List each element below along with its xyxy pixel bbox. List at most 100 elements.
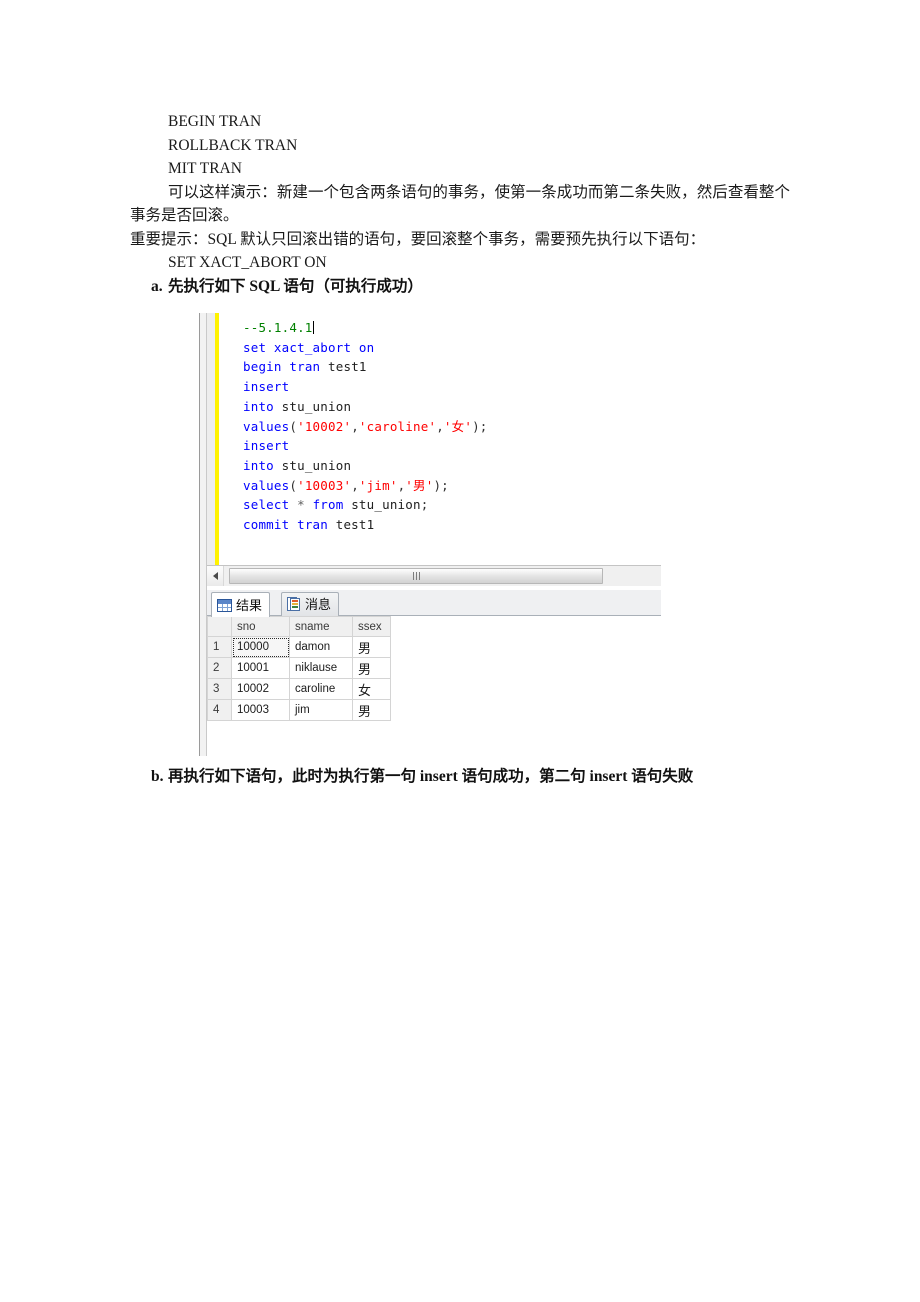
cell-ssex[interactable]: 男 <box>352 636 391 658</box>
list-item-a-text: 先执行如下 SQL 语句（可执行成功） <box>168 277 423 295</box>
code-token: into <box>243 457 274 473</box>
code-token: stu_union <box>281 457 352 473</box>
scrollbar-thumb[interactable] <box>229 568 603 584</box>
cell-sno[interactable]: 10002 <box>231 678 290 700</box>
code-token: begin <box>243 359 282 375</box>
message-icon <box>287 597 301 612</box>
tab-messages-label: 消息 <box>305 597 332 612</box>
text-cursor <box>312 321 314 334</box>
code-token: values <box>243 418 290 434</box>
tab-results[interactable]: 结果 <box>211 592 271 617</box>
list-item-b-marker: b. <box>151 768 164 785</box>
code-line: values('10003','jim','男'); <box>243 476 488 496</box>
list-item-b: b. 再执行如下语句，此时为执行第一句 insert 语句成功，第二句 inse… <box>130 765 830 789</box>
column-header-ssex[interactable]: ssex <box>352 616 391 637</box>
code-line: commit tran test1 <box>243 515 488 535</box>
cell-sno[interactable]: 10001 <box>231 657 290 679</box>
code-token: , <box>351 418 359 434</box>
editor-horizontal-scrollbar[interactable] <box>207 565 661 586</box>
cell-sname[interactable]: damon <box>289 636 353 658</box>
code-token: ; <box>420 497 429 513</box>
code-token: stu_union <box>351 497 421 513</box>
table-row[interactable]: 1 10000 damon 男 <box>207 636 391 658</box>
code-line: insert <box>243 436 488 456</box>
list-item-a-marker: a. <box>151 277 163 295</box>
code-token: tran <box>297 517 328 533</box>
table-header-row: sno sname ssex <box>207 616 391 637</box>
code-token: insert <box>243 379 290 395</box>
code-token: ( <box>289 418 298 434</box>
code-line: insert <box>243 377 488 397</box>
code-token: * <box>297 497 305 513</box>
code-token: test1 <box>328 359 367 375</box>
code-token: select <box>243 497 290 513</box>
code-line: values('10002','caroline','女'); <box>243 417 488 437</box>
code-token: set <box>243 339 267 355</box>
column-header-sno[interactable]: sno <box>231 616 290 637</box>
code-token: ); <box>472 418 488 434</box>
paragraph-important-note: 重要提示：SQL 默认只回滚出错的语句，要回滚整个事务，需要预先执行以下语句： <box>130 230 706 248</box>
code-line: begin tran test1 <box>243 357 488 377</box>
row-header-corner <box>207 616 232 637</box>
row-number-header[interactable]: 4 <box>207 699 232 721</box>
ssms-screenshot: --5.1.4.1 set xact_abort on begin tran tes… <box>199 313 661 756</box>
code-token: into <box>243 398 274 414</box>
cell-ssex[interactable]: 男 <box>352 699 391 721</box>
cell-ssex[interactable]: 女 <box>352 678 391 700</box>
code-line: into stu_union <box>243 397 488 417</box>
column-header-sname[interactable]: sname <box>289 616 353 637</box>
screenshot-left-rule <box>199 313 207 756</box>
code-line: select * from stu_union; <box>243 495 488 515</box>
code-token: '10003' <box>297 477 352 493</box>
list-item-b-text: 再执行如下语句，此时为执行第一句 insert 语句成功，第二句 insert … <box>168 768 694 785</box>
table-row[interactable]: 3 10002 caroline 女 <box>207 678 391 700</box>
results-grid[interactable]: sno sname ssex 1 10000 damon 男 2 10001 niklaus… <box>207 616 391 721</box>
code-token: '男' <box>405 477 434 493</box>
code-token: stu_union <box>281 398 352 414</box>
cell-sname[interactable]: niklause <box>289 657 353 679</box>
code-token: on <box>358 339 375 355</box>
cell-sno[interactable]: 10003 <box>231 699 290 721</box>
tab-messages[interactable]: 消息 <box>281 592 340 616</box>
code-token: from <box>312 497 344 513</box>
sql-editor[interactable]: --5.1.4.1 set xact_abort on begin tran tes… <box>207 313 661 565</box>
table-row[interactable]: 4 10003 jim 男 <box>207 699 391 721</box>
code-line: into stu_union <box>243 456 488 476</box>
results-grid-empty-area <box>207 724 661 756</box>
grid-icon <box>217 598 232 612</box>
code-token: , <box>436 418 444 434</box>
editor-gutter <box>207 313 215 565</box>
code-line: --5.1.4.1 <box>243 318 488 338</box>
code-token: '女' <box>443 418 473 434</box>
code-token: 'jim' <box>358 477 398 493</box>
code-token: --5.1.4.1 <box>243 320 313 335</box>
row-number-header[interactable]: 2 <box>207 657 232 679</box>
row-number-header[interactable]: 3 <box>207 678 232 700</box>
code-token: insert <box>243 438 290 454</box>
doc-line-mit-tran: MIT TRAN <box>168 160 242 177</box>
code-token: values <box>243 477 290 493</box>
result-pane-tabstrip: 结果 消息 <box>207 590 661 617</box>
cell-sname[interactable]: caroline <box>289 678 353 700</box>
code-token: ( <box>289 477 298 493</box>
paragraph-demo: 可以这样演示：新建一个包含两条语句的事务，使第一条成功而第二条失败，然后查看整个… <box>130 183 790 225</box>
scrollbar-grip-icon <box>412 572 420 580</box>
code-token: test1 <box>335 517 375 533</box>
scroll-left-arrow-icon[interactable] <box>207 566 224 586</box>
cell-sno[interactable]: 10000 <box>231 636 290 658</box>
cell-ssex[interactable]: 男 <box>352 657 391 679</box>
doc-line-rollback-tran: ROLLBACK TRAN <box>168 136 298 154</box>
table-row[interactable]: 2 10001 niklause 男 <box>207 657 391 679</box>
sql-code-text[interactable]: --5.1.4.1 set xact_abort on begin tran tes… <box>243 318 488 535</box>
list-item-a: a. 先执行如下 SQL 语句（可执行成功） <box>130 275 790 299</box>
code-token: xact_abort <box>273 339 352 355</box>
row-number-header[interactable]: 1 <box>207 636 232 658</box>
cell-sname[interactable]: jim <box>289 699 353 721</box>
